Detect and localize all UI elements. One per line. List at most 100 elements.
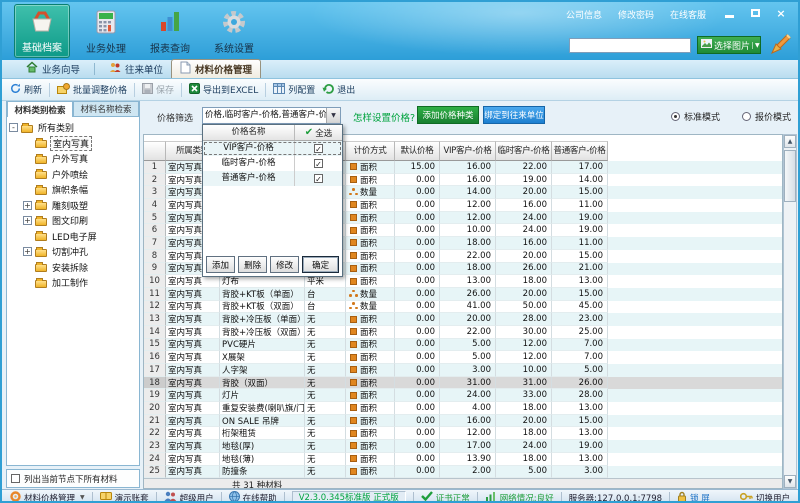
cell: 无 xyxy=(305,389,346,402)
table-row[interactable]: 17室内写真人字架无面积0.003.0010.005.00 xyxy=(144,364,782,377)
column-header-默认价格[interactable]: 默认价格 xyxy=(395,141,440,161)
price-type-row-临时客户-价格[interactable]: 临时客户-价格✓ xyxy=(203,156,342,171)
horn-icon[interactable] xyxy=(768,32,792,58)
status-超级用户[interactable]: 超级用户 xyxy=(164,491,214,503)
column-header-VIP客户-价格[interactable]: VIP客户-价格 xyxy=(440,141,496,161)
tree-item-加工制作[interactable]: 加工制作 xyxy=(9,275,137,291)
nav-button-基础档案[interactable]: 基础档案 xyxy=(14,4,70,58)
list-all-materials-checkbox[interactable]: 列出当前节点下所有材料 xyxy=(6,469,140,488)
tab-业务向导[interactable]: 业务向导 xyxy=(18,59,88,78)
close-button[interactable]: × xyxy=(774,7,788,19)
choose-image-button[interactable]: 选择图片 ▼ xyxy=(697,36,761,54)
titlebar-link[interactable]: 在线客服 xyxy=(670,8,706,21)
choose-image-label: 选择图片 xyxy=(714,39,750,52)
toolbar-列配置-button[interactable]: 列配置 xyxy=(273,83,315,97)
image-search-input[interactable] xyxy=(569,38,691,53)
expand-icon[interactable]: + xyxy=(23,201,32,210)
column-header-临时客户-价格[interactable]: 临时客户-价格 xyxy=(496,141,552,161)
minimize-button[interactable] xyxy=(722,7,736,19)
status-网络情况:良好[interactable]: 网络情况:良好 xyxy=(485,491,554,503)
titlebar-link[interactable]: 修改密码 xyxy=(618,8,654,21)
table-row[interactable]: 15室内写真PVC硬片无面积0.005.0012.007.00 xyxy=(144,339,782,352)
status-separator xyxy=(477,492,478,503)
nav-button-系统设置[interactable]: 系统设置 xyxy=(206,4,262,58)
tree-root[interactable]: -所有类别 xyxy=(9,120,137,136)
status-服务器:127.0.0.1:7798[interactable]: 服务器:127.0.0.1:7798 xyxy=(569,492,662,503)
cell: 面积 xyxy=(346,313,395,326)
bind-to-partner-button[interactable]: 绑定到往来单位 xyxy=(483,106,545,124)
select-all[interactable]: ✔ 全选 xyxy=(295,125,342,140)
tree-item-室内写真[interactable]: 室内写真 xyxy=(9,136,137,152)
table-row[interactable]: 25室内写真防撞条无面积0.002.005.003.00 xyxy=(144,466,782,479)
status-演示账套[interactable]: 演示账套 xyxy=(100,491,149,503)
dropdown-确定-button[interactable]: 确定 xyxy=(302,256,339,273)
price-type-row-普通客户-价格[interactable]: 普通客户-价格✓ xyxy=(203,171,342,186)
status-切换用户[interactable]: 切换用户 xyxy=(740,492,790,503)
price-filter-combobox[interactable]: 价格,临时客户-价格,普通客户-价格 ▼ xyxy=(202,107,341,124)
sidebar-tab-材料名称检索[interactable]: 材料名称检索 xyxy=(73,102,139,117)
tree-item-旗帜条幅[interactable]: 旗帜条幅 xyxy=(9,182,137,198)
tree-item-户外喷绘[interactable]: 户外喷绘 xyxy=(9,167,137,183)
column-header-计价方式[interactable]: 计价方式 xyxy=(346,141,395,161)
tab-材料价格管理[interactable]: 材料价格管理 xyxy=(171,59,261,78)
table-row[interactable]: 19室内写真灯片无面积0.0024.0033.0028.00 xyxy=(144,389,782,402)
tree-item-户外写真[interactable]: 户外写真 xyxy=(9,151,137,167)
cell: 0.00 xyxy=(395,415,440,428)
table-row[interactable]: 23室内写真地毯(厚)无面积0.0017.0024.0019.00 xyxy=(144,440,782,453)
how-to-set-price-link[interactable]: 怎样设置价格? xyxy=(353,110,415,124)
tree-item-LED电子屏[interactable]: LED电子屏 xyxy=(9,229,137,245)
maximize-button[interactable] xyxy=(748,7,762,19)
tree-item-雕刻吸塑[interactable]: +雕刻吸塑 xyxy=(9,198,137,214)
toolbar-刷新-button[interactable]: 刷新 xyxy=(10,83,42,97)
toolbar-导出到EXCEL-button[interactable]: 导出到EXCEL xyxy=(189,83,258,97)
mode-radio-报价模式[interactable]: 报价模式 xyxy=(742,110,791,123)
status-材料价格管理[interactable]: 材料价格管理▼ xyxy=(10,491,85,503)
table-row[interactable]: 22室内写真桁架租赁无面积0.0012.0018.0013.00 xyxy=(144,427,782,440)
scroll-up-arrow-icon[interactable]: ▲ xyxy=(784,135,796,148)
status-在线帮助[interactable]: 在线帮助 xyxy=(229,491,277,503)
status-锁屏[interactable]: 锁 屏 xyxy=(677,491,710,503)
table-row[interactable]: 14室内写真背胶+冷压板（双面）无面积0.0022.0030.0025.00 xyxy=(144,326,782,339)
tree-item-图文印刷[interactable]: +图文印刷 xyxy=(9,213,137,229)
table-row[interactable]: 11室内写真背胶+KT板（单面）台数量0.0026.0020.0015.00 xyxy=(144,288,782,301)
tree-item-切割冲孔[interactable]: +切割冲孔 xyxy=(9,244,137,260)
price-type-checkbox[interactable]: ✓ xyxy=(295,156,342,171)
expand-icon[interactable]: + xyxy=(23,247,32,256)
titlebar-link[interactable]: 公司信息 xyxy=(566,8,602,21)
table-row[interactable]: 18室内写真背胶（双面）无面积0.0031.0031.0026.00 xyxy=(144,377,782,390)
price-type-checkbox[interactable]: ✓ xyxy=(295,171,342,186)
nav-button-业务处理[interactable]: 业务处理 xyxy=(78,4,134,58)
dropdown-修改-button[interactable]: 修改 xyxy=(270,256,299,273)
toolbar-退出-button[interactable]: 退出 xyxy=(322,83,355,97)
table-row[interactable]: 13室内写真背胶+冷压板（单面）无面积0.0020.0028.0023.00 xyxy=(144,313,782,326)
collapse-icon[interactable]: - xyxy=(9,123,18,132)
dropdown-添加-button[interactable]: 添加 xyxy=(206,256,235,273)
column-header-普通客户-价格[interactable]: 普通客户-价格 xyxy=(552,141,608,161)
status-V2.3.0.345标准版正式版[interactable]: V2.3.0.345标准版 正式版 xyxy=(292,491,406,503)
vertical-scrollbar[interactable]: ▲ ▼ xyxy=(783,134,797,489)
combo-dropdown-arrow-icon[interactable]: ▼ xyxy=(326,108,340,123)
table-row[interactable]: 24室内写真地毯(薄)无面积0.0013.9018.0013.00 xyxy=(144,453,782,466)
nav-button-报表查询[interactable]: 报表查询 xyxy=(142,4,198,58)
toolbar-批量调整价格-button[interactable]: 批量调整价格 xyxy=(57,83,127,97)
column-header-0[interactable] xyxy=(144,141,166,161)
table-row[interactable]: 12室内写真背胶+KT板（双面）台数量0.0041.0050.0045.00 xyxy=(144,301,782,314)
folder-icon xyxy=(35,187,47,195)
table-row[interactable]: 10室内写真灯布平米面积0.0013.0018.0013.00 xyxy=(144,275,782,288)
tab-往来单位[interactable]: 往来单位 xyxy=(101,59,171,78)
mode-radio-标准模式[interactable]: 标准模式 xyxy=(671,110,720,123)
price-type-row-VIP客户-价格[interactable]: VIP客户-价格✓ xyxy=(203,141,342,156)
price-type-checkbox[interactable]: ✓ xyxy=(295,141,342,156)
expand-icon[interactable]: + xyxy=(23,216,32,225)
status-证书正常[interactable]: 证书正常 xyxy=(421,491,470,503)
cell: 18.00 xyxy=(496,427,552,440)
scroll-down-arrow-icon[interactable]: ▼ xyxy=(784,475,796,488)
table-row[interactable]: 21室内写真ON SALE 吊牌无面积0.0016.0020.0015.00 xyxy=(144,415,782,428)
sidebar-tab-材料类别检索[interactable]: 材料类别检索 xyxy=(7,102,73,117)
dropdown-删除-button[interactable]: 删除 xyxy=(238,256,267,273)
table-row[interactable]: 20室内写真重复安装费(喇叭旗/门型)无面积0.004.0018.0013.00 xyxy=(144,402,782,415)
add-price-type-button[interactable]: 添加价格种类 xyxy=(417,106,479,124)
scrollbar-thumb[interactable] xyxy=(784,150,796,202)
tree-item-安装拆除[interactable]: 安装拆除 xyxy=(9,260,137,276)
table-row[interactable]: 16室内写真X展架无面积0.005.0012.007.00 xyxy=(144,351,782,364)
